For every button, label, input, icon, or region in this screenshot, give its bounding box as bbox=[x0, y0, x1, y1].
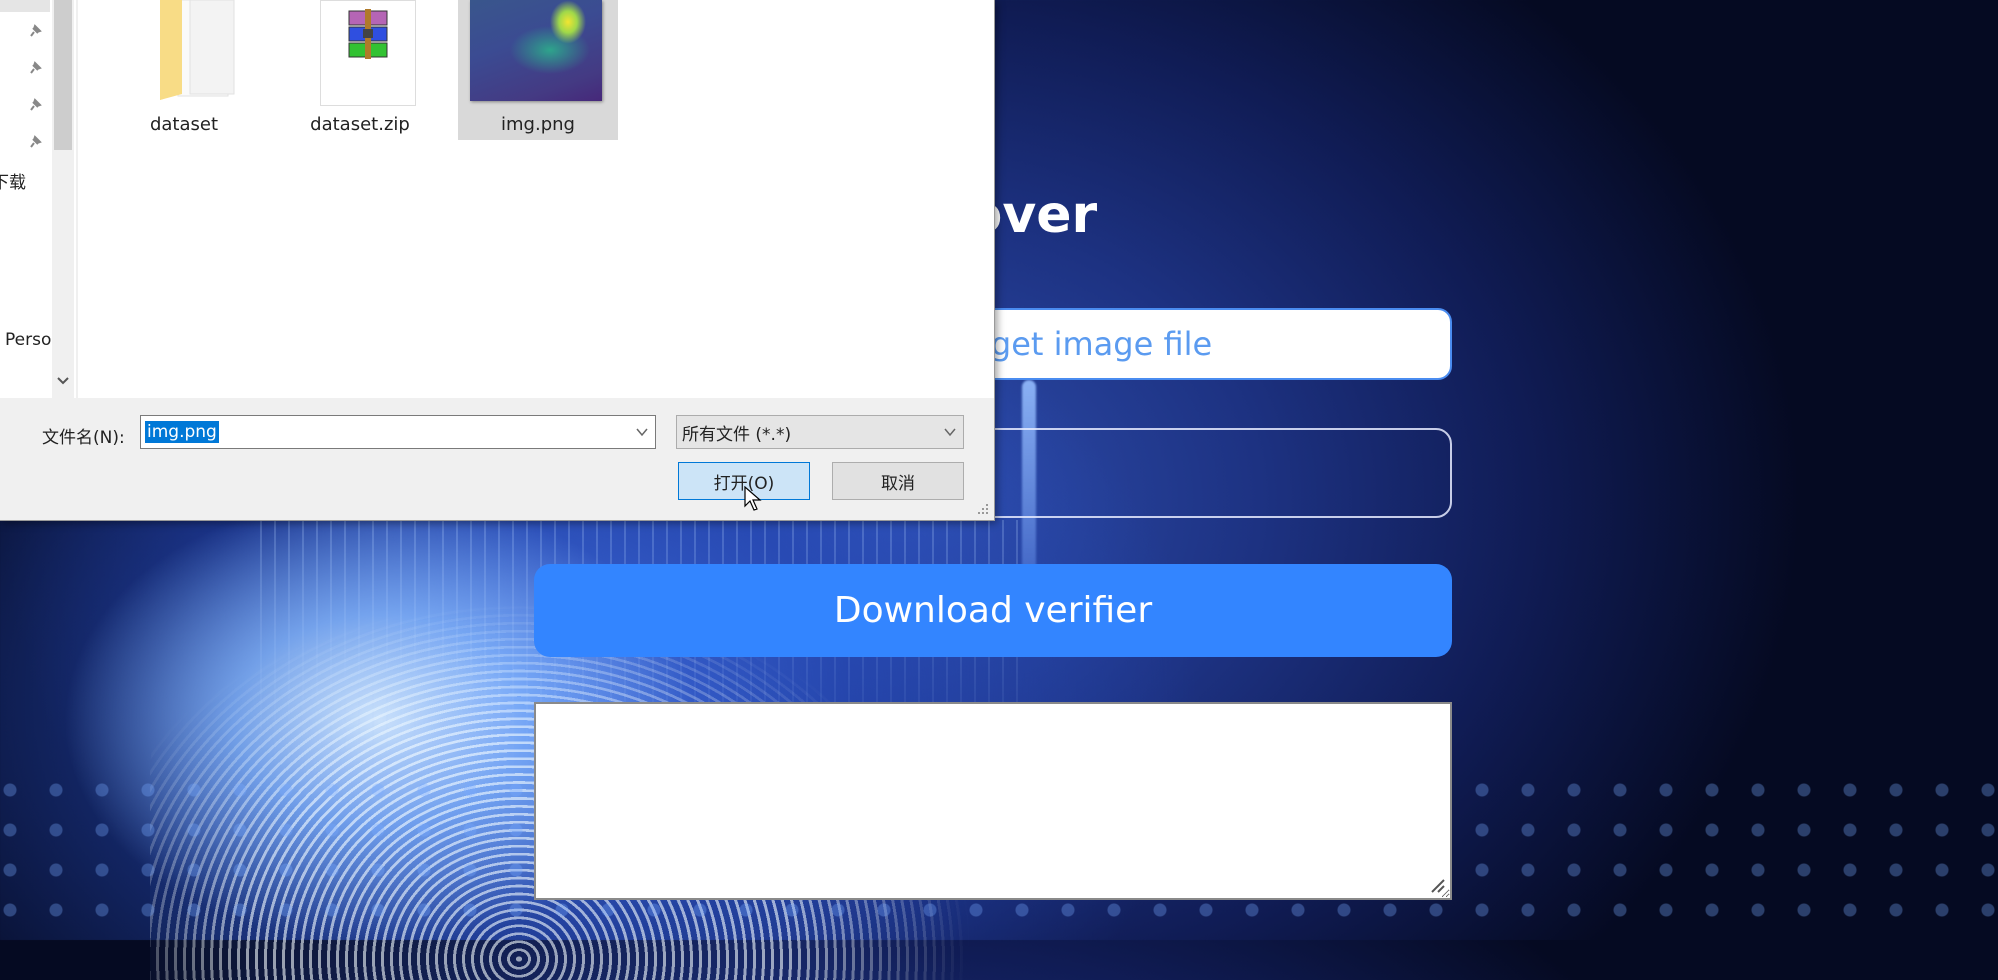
download-verifier-button[interactable]: Download verifier bbox=[534, 564, 1452, 657]
pin-icon[interactable] bbox=[28, 61, 42, 75]
file-item-img-png[interactable]: img.png bbox=[458, 0, 618, 140]
cancel-button[interactable]: 取消 bbox=[832, 462, 964, 500]
chevron-down-icon bbox=[944, 428, 956, 437]
pin-icon[interactable] bbox=[28, 24, 42, 38]
image-thumbnail bbox=[470, 0, 602, 101]
pin-icon[interactable] bbox=[28, 135, 42, 149]
zip-archive-icon bbox=[348, 9, 388, 59]
file-list-pane: dataset dataset.zip img.png bbox=[78, 0, 994, 398]
nav-pane-scrollbar[interactable] bbox=[52, 0, 74, 398]
scrollbar-thumb[interactable] bbox=[54, 0, 72, 150]
dialog-bottom-bar: 文件名(N): img.png 所有文件 (*.*) 打开(O) 取消 bbox=[0, 398, 994, 520]
file-type-value: 所有文件 (*.*) bbox=[682, 424, 792, 445]
nav-item-downloads[interactable]: 下载 bbox=[0, 168, 26, 193]
output-textarea[interactable] bbox=[534, 702, 1452, 900]
nav-item-personal[interactable]: Perso bbox=[5, 330, 51, 350]
download-button-label: Download verifier bbox=[833, 590, 1153, 631]
chevron-down-icon[interactable] bbox=[56, 374, 70, 388]
navigation-pane: 下载 Perso bbox=[0, 0, 76, 398]
filename-value: img.png bbox=[145, 421, 219, 443]
file-name: dataset bbox=[149, 114, 219, 135]
file-type-select[interactable]: 所有文件 (*.*) bbox=[676, 415, 964, 449]
zip-archive-icon-frame bbox=[320, 0, 416, 106]
file-item-dataset[interactable]: dataset bbox=[104, 0, 264, 140]
resize-grip-icon[interactable] bbox=[976, 502, 990, 516]
file-name: img.png bbox=[501, 114, 575, 135]
folder-icon bbox=[160, 0, 235, 100]
filename-label: 文件名(N): bbox=[42, 428, 125, 448]
textarea-resize-grip-icon[interactable] bbox=[1428, 876, 1446, 894]
filename-input[interactable]: img.png bbox=[140, 415, 656, 449]
file-open-dialog: 下载 Perso dataset dataset.zip img.png 文件名… bbox=[0, 0, 995, 521]
mouse-cursor-icon bbox=[744, 486, 762, 511]
file-item-dataset-zip[interactable]: dataset.zip bbox=[280, 0, 440, 140]
file-name: dataset.zip bbox=[310, 114, 410, 135]
chevron-down-icon[interactable] bbox=[635, 425, 649, 439]
nav-selected-item[interactable] bbox=[0, 0, 50, 12]
pin-icon[interactable] bbox=[28, 98, 42, 112]
cancel-button-label: 取消 bbox=[881, 473, 915, 494]
